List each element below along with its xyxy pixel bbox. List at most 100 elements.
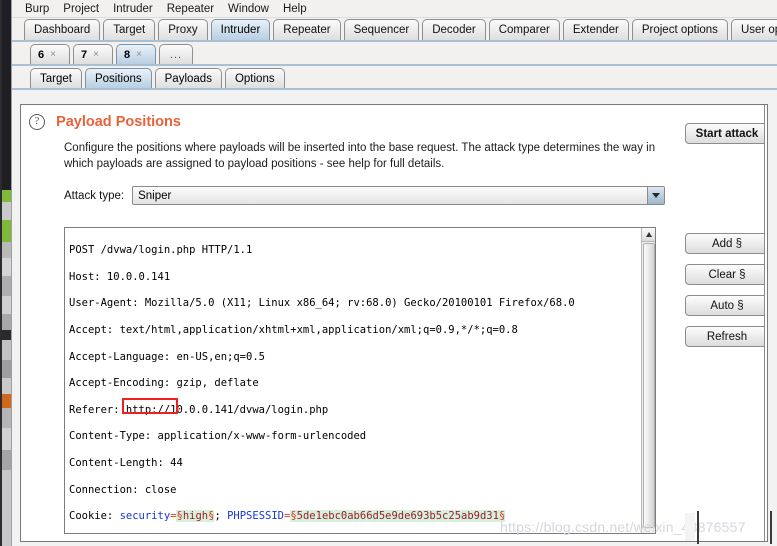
bg-sliver-segment [2,242,11,258]
bg-sliver-segment [2,360,11,378]
page-title: Payload Positions [56,114,181,130]
attack-tab-8[interactable]: 8 × [116,44,156,64]
sub-tab-positions[interactable]: Positions [84,68,152,88]
menu-item-repeater[interactable]: Repeater [160,2,221,16]
tab-extender[interactable]: Extender [562,19,629,40]
menu-bar: Burp Project Intruder Repeater Window He… [12,0,777,18]
panel-header: ? Payload Positions [21,105,767,130]
attack-type-row: Attack type: Sniper [64,186,767,205]
attack-tab-6[interactable]: 6 × [30,44,70,64]
background-window-sliver [0,0,11,546]
cookie-value-phpsessid: 5de1ebc0ab66d5e9de693b5c25ab9d31 [296,510,499,523]
scrollbar-thumb[interactable] [643,243,655,528]
cookie-key-phpsessid: PHPSESSID [227,510,284,523]
sub-tab-options[interactable]: Options [224,68,285,88]
sub-tab-target[interactable]: Target [30,68,82,88]
menu-item-window[interactable]: Window [221,2,276,16]
attack-tab-7[interactable]: 7 × [73,44,113,64]
bg-sliver-segment [2,428,11,450]
tab-dashboard[interactable]: Dashboard [24,19,101,40]
sub-tab-payloads[interactable]: Payloads [154,68,222,88]
request-line: Accept-Encoding: gzip, deflate [69,377,259,390]
bg-sliver-segment [2,408,11,428]
tab-intruder[interactable]: Intruder [210,19,271,40]
menu-item-project[interactable]: Project [56,2,106,16]
cookie-prefix: Cookie: [69,510,120,523]
panel-right-divider [764,105,767,541]
clear-section-button[interactable]: Clear § [685,264,767,285]
bg-sliver-segment [2,470,11,546]
request-line: POST /dvwa/login.php HTTP/1.1 [69,244,253,257]
payload-positions-panel: ? Payload Positions Configure the positi… [20,104,768,542]
request-line: Accept: text/html,application/xhtml+xml,… [69,324,518,337]
attack-tab-more[interactable]: ... [159,44,193,64]
section-marker-open: § [176,510,183,523]
close-icon[interactable]: × [93,49,99,60]
watermark-occluder [685,513,695,541]
request-line: Host: 10.0.0.141 [69,270,171,283]
tab-target[interactable]: Target [103,19,156,40]
bg-sliver-segment [2,0,11,190]
menu-item-help[interactable]: Help [276,2,314,16]
attack-type-select[interactable]: Sniper [132,186,666,205]
attack-tab-label: 8 [124,48,131,61]
auto-section-button[interactable]: Auto § [685,295,767,316]
start-attack-button[interactable]: Start attack [685,123,767,144]
tab-comparer[interactable]: Comparer [488,19,560,40]
refresh-button[interactable]: Refresh [685,326,767,347]
tab-project-options[interactable]: Project options [631,19,728,40]
close-icon[interactable]: × [136,49,142,60]
bg-sliver-segment [2,394,11,408]
bg-sliver-segment [2,450,11,470]
request-line: Content-Length: 44 [69,457,183,470]
menu-item-burp[interactable]: Burp [18,2,56,16]
tab-proxy[interactable]: Proxy [158,19,208,40]
request-text[interactable]: POST /dvwa/login.php HTTP/1.1 Host: 10.0… [65,228,643,533]
question-mark-icon[interactable]: ? [29,114,45,130]
watermark-divider-line [697,511,699,544]
panel-description: Configure the positions where payloads w… [64,142,656,170]
request-line: Content-Type: application/x-www-form-url… [69,430,367,443]
bg-sliver-segment [2,190,11,202]
intruder-sub-tab-bar: Target Positions Payloads Options [12,66,777,90]
request-line: User-Agent: Mozilla/5.0 (X11; Linux x86_… [69,297,575,310]
tab-user-options[interactable]: User options [730,19,777,40]
cookie-separator: ; [214,510,228,523]
bg-sliver-segment [2,314,11,330]
bg-sliver-segment [2,258,11,276]
bg-sliver-segment [2,202,11,220]
request-line: Accept-Language: en-US,en;q=0.5 [69,350,265,363]
scroll-up-icon[interactable] [642,228,655,242]
cookie-key-security: security [119,510,171,523]
bg-sliver-segment [2,330,11,340]
burp-main-window: Burp Project Intruder Repeater Window He… [11,0,777,546]
attack-type-value: Sniper [138,189,172,202]
attack-tab-label: 7 [81,48,88,61]
bg-sliver-segment [2,378,11,394]
section-marker-open: § [290,510,297,523]
bg-sliver-segment [2,296,11,314]
menu-item-intruder[interactable]: Intruder [106,2,160,16]
chevron-down-icon[interactable] [647,187,665,204]
bg-sliver-segment [2,340,11,360]
request-line: Referer: http://10.0.0.141/dvwa/login.ph… [69,403,329,416]
watermark-text: https://blog.csdn.net/weixin_43876557 [500,519,746,535]
tab-repeater[interactable]: Repeater [273,19,341,40]
cookie-value-security: high [182,510,209,523]
bg-sliver-segment [2,220,11,242]
attack-tab-bar: 6 × 7 × 8 × ... [12,42,777,66]
tab-decoder[interactable]: Decoder [422,19,486,40]
watermark-divider-line-right [770,511,772,544]
bg-sliver-segment [2,276,11,296]
attack-type-label: Attack type: [64,189,125,202]
close-icon[interactable]: × [50,49,56,60]
burp-suite-screenshot: Burp Project Intruder Repeater Window He… [0,0,777,546]
more-tabs-label: ... [169,48,183,61]
main-tab-bar: Dashboard Target Proxy Intruder Repeater… [12,18,777,42]
request-scrollbar[interactable] [641,228,655,533]
tab-sequencer[interactable]: Sequencer [343,19,420,40]
request-line: Connection: close [69,483,177,496]
attack-tab-label: 6 [38,48,45,61]
add-section-button[interactable]: Add § [685,233,767,254]
request-editor[interactable]: POST /dvwa/login.php HTTP/1.1 Host: 10.0… [64,227,656,534]
